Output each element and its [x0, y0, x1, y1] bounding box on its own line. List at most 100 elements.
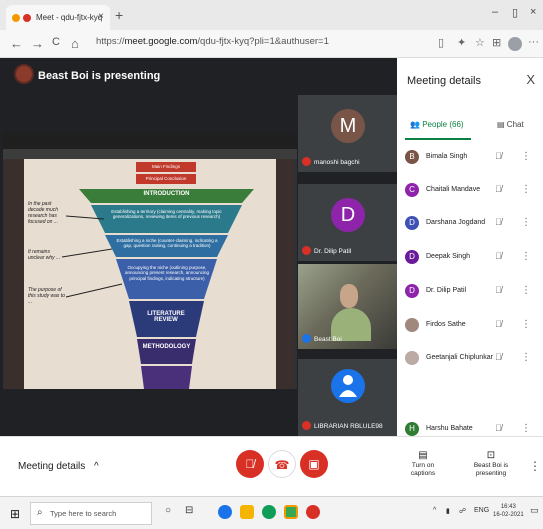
mic-off-icon: 🎙̸ — [495, 319, 502, 329]
participant-tile[interactable]: Beast Boi — [298, 264, 397, 349]
tray-chevron-icon[interactable]: ^ — [433, 507, 436, 514]
windows-start-icon[interactable]: ⊞ — [10, 507, 20, 521]
participant-avatar: B — [405, 150, 419, 164]
list-item[interactable]: Geetanjali Chiplunkar 🎙̸ ⋮ — [397, 343, 543, 375]
slide-band-territory: Establishing a territory (claiming centr… — [111, 209, 222, 220]
slide-intro-heading: INTRODUCTION — [143, 191, 190, 197]
extension-icon[interactable]: ✦ — [457, 36, 466, 49]
network-icon[interactable]: ☍ — [459, 507, 466, 515]
list-item[interactable]: H Harshu Bahate 🎙̸ ⋮ — [397, 414, 543, 436]
more-options-button[interactable]: ⋮ — [529, 459, 541, 473]
presenter-label: Beast Boi is presenting — [38, 70, 161, 82]
participant-avatar — [331, 369, 365, 403]
more-options-icon[interactable]: ⋮ — [521, 184, 531, 195]
app-icon[interactable] — [262, 505, 276, 519]
browser-tab[interactable]: Meet - qdu-fjtx-kyq × — [6, 5, 110, 30]
address-bar: ← → C ⌂ https://meet.google.com/qdu-fjtx… — [0, 30, 543, 58]
recording-icon — [23, 13, 31, 22]
edge-browser-icon[interactable] — [218, 505, 232, 519]
participant-tile[interactable]: M manoshi bagchi — [298, 95, 397, 172]
more-options-icon[interactable]: ⋮ — [521, 423, 531, 434]
mic-muted-icon — [302, 157, 311, 166]
battery-icon[interactable]: ▮ — [446, 507, 450, 515]
file-explorer-icon[interactable] — [240, 505, 254, 519]
tab-close-icon[interactable]: × — [98, 11, 104, 22]
more-options-icon[interactable]: ⋮ — [521, 251, 531, 262]
panel-title: Meeting details — [407, 75, 481, 87]
participant-tile[interactable]: LIBRARIAN RBLULE98 — [298, 359, 397, 436]
panel-close-button[interactable]: X — [526, 72, 535, 87]
mic-muted-icon — [302, 421, 311, 430]
participant-name: LIBRARIAN RBLULE98 — [314, 423, 383, 430]
collections-icon[interactable]: ⊞ — [492, 36, 501, 49]
slide-band-niche: Establishing a niche (counter-claiming, … — [116, 238, 218, 249]
more-tools-icon[interactable]: ··· — [528, 36, 539, 48]
meet-app-icon[interactable] — [284, 505, 298, 519]
list-item[interactable]: D Dr. Dilip Patil 🎙̸ ⋮ — [397, 276, 543, 308]
more-options-icon[interactable]: ⋮ — [521, 151, 531, 162]
tab-people[interactable]: 👥 People (66) — [410, 120, 464, 129]
taskbar-search[interactable]: ⌕ Type here to search — [30, 502, 152, 525]
list-item[interactable]: C Chaitali Mandave 🎙̸ ⋮ — [397, 175, 543, 207]
profile-avatar[interactable] — [508, 37, 522, 51]
list-item[interactable]: D Darshana Jogdand 🎙̸ ⋮ — [397, 208, 543, 240]
shared-screen[interactable]: Main Findings Principal Conclusion INTRO… — [3, 133, 297, 389]
window-close-button[interactable]: × — [530, 6, 536, 18]
meeting-control-bar: Meeting details ^ 🎙̸ ☎ ▣ ▤ Turn on capti… — [0, 436, 543, 496]
forward-button[interactable]: → — [31, 36, 44, 51]
reload-button[interactable]: C — [52, 36, 60, 48]
chrome-browser-icon[interactable] — [306, 505, 320, 519]
mic-off-icon: 🎙̸ — [495, 151, 502, 161]
meeting-details-panel: Meeting details X 👥 People (66) ▤ Chat B… — [397, 58, 543, 436]
more-options-icon[interactable]: ⋮ — [521, 285, 531, 296]
captions-button[interactable]: ▤ Turn on captions — [400, 449, 446, 479]
mic-off-icon: 🎙̸ — [495, 352, 502, 362]
meeting-details-label: Meeting details — [18, 461, 86, 472]
list-item[interactable]: Firdos Sathe 🎙̸ ⋮ — [397, 310, 543, 342]
participant-avatar: M — [331, 109, 365, 143]
tab-people-label: People (66) — [422, 120, 464, 129]
participant-avatar: D — [405, 284, 419, 298]
mic-toggle-button[interactable]: 🎙̸ — [236, 450, 264, 478]
back-button[interactable]: ← — [10, 36, 23, 51]
participant-video — [298, 264, 397, 349]
participant-name: Darshana Jogdand — [426, 219, 486, 226]
meeting-stage: Beast Boi is presenting Main Findings Pr… — [0, 58, 397, 436]
minimize-button[interactable]: – — [492, 6, 498, 18]
tab-chat-label: Chat — [506, 120, 524, 129]
more-options-icon[interactable]: ⋮ — [521, 352, 531, 363]
home-button[interactable]: ⌂ — [71, 36, 79, 51]
tab-chat[interactable]: ▤ Chat — [497, 120, 524, 129]
participant-name: Geetanjali Chiplunkar — [426, 354, 493, 361]
slide-band-occupy: Occupying the niche (outlining purpose, … — [124, 265, 210, 281]
task-view-icon[interactable]: ⊟ — [185, 505, 193, 516]
url-field[interactable]: https://meet.google.com/qdu-fjtx-kyq?pli… — [96, 36, 329, 47]
participant-avatar: D — [405, 216, 419, 230]
participant-avatar — [405, 318, 419, 332]
list-item[interactable]: D Deepak Singh 🎙̸ ⋮ — [397, 242, 543, 274]
present-now-button[interactable]: ⊡ Beast Boi is presenting — [469, 449, 513, 479]
notification-icon[interactable]: ▭ — [530, 505, 539, 516]
cortana-icon[interactable]: ○ — [165, 505, 171, 516]
camera-permission-icon[interactable]: ▯ — [438, 36, 444, 49]
url-prefix: https:// — [96, 36, 125, 47]
maximize-button[interactable]: ▯ — [512, 6, 518, 19]
mic-off-icon: 🎙̸ — [495, 217, 502, 227]
language-indicator[interactable]: ENG — [474, 507, 489, 514]
captions-icon: ▤ — [418, 450, 428, 461]
more-options-icon[interactable]: ⋮ — [521, 217, 531, 228]
participant-name: Harshu Bahate — [426, 425, 473, 432]
meeting-details-button[interactable]: Meeting details ^ — [18, 461, 99, 472]
leave-call-button[interactable]: ☎ — [268, 450, 296, 478]
taskbar-clock[interactable]: 16:43 16-02-2021 — [493, 503, 524, 520]
participant-avatar: D — [331, 198, 365, 232]
new-tab-button[interactable]: + — [115, 7, 123, 23]
camera-toggle-button[interactable]: ▣ — [300, 450, 328, 478]
favorites-icon[interactable]: ☆ — [475, 36, 485, 49]
list-item[interactable]: B Bimala Singh 🎙̸ ⋮ — [397, 142, 543, 174]
presenter-avatar — [14, 64, 34, 84]
participant-tile[interactable]: D Dr. Dilip Patil — [298, 184, 397, 261]
camera-off-icon: ▣ — [308, 457, 320, 471]
browser-tab-bar: Meet - qdu-fjtx-kyq × + – ▯ × — [0, 0, 543, 30]
more-options-icon[interactable]: ⋮ — [521, 319, 531, 330]
